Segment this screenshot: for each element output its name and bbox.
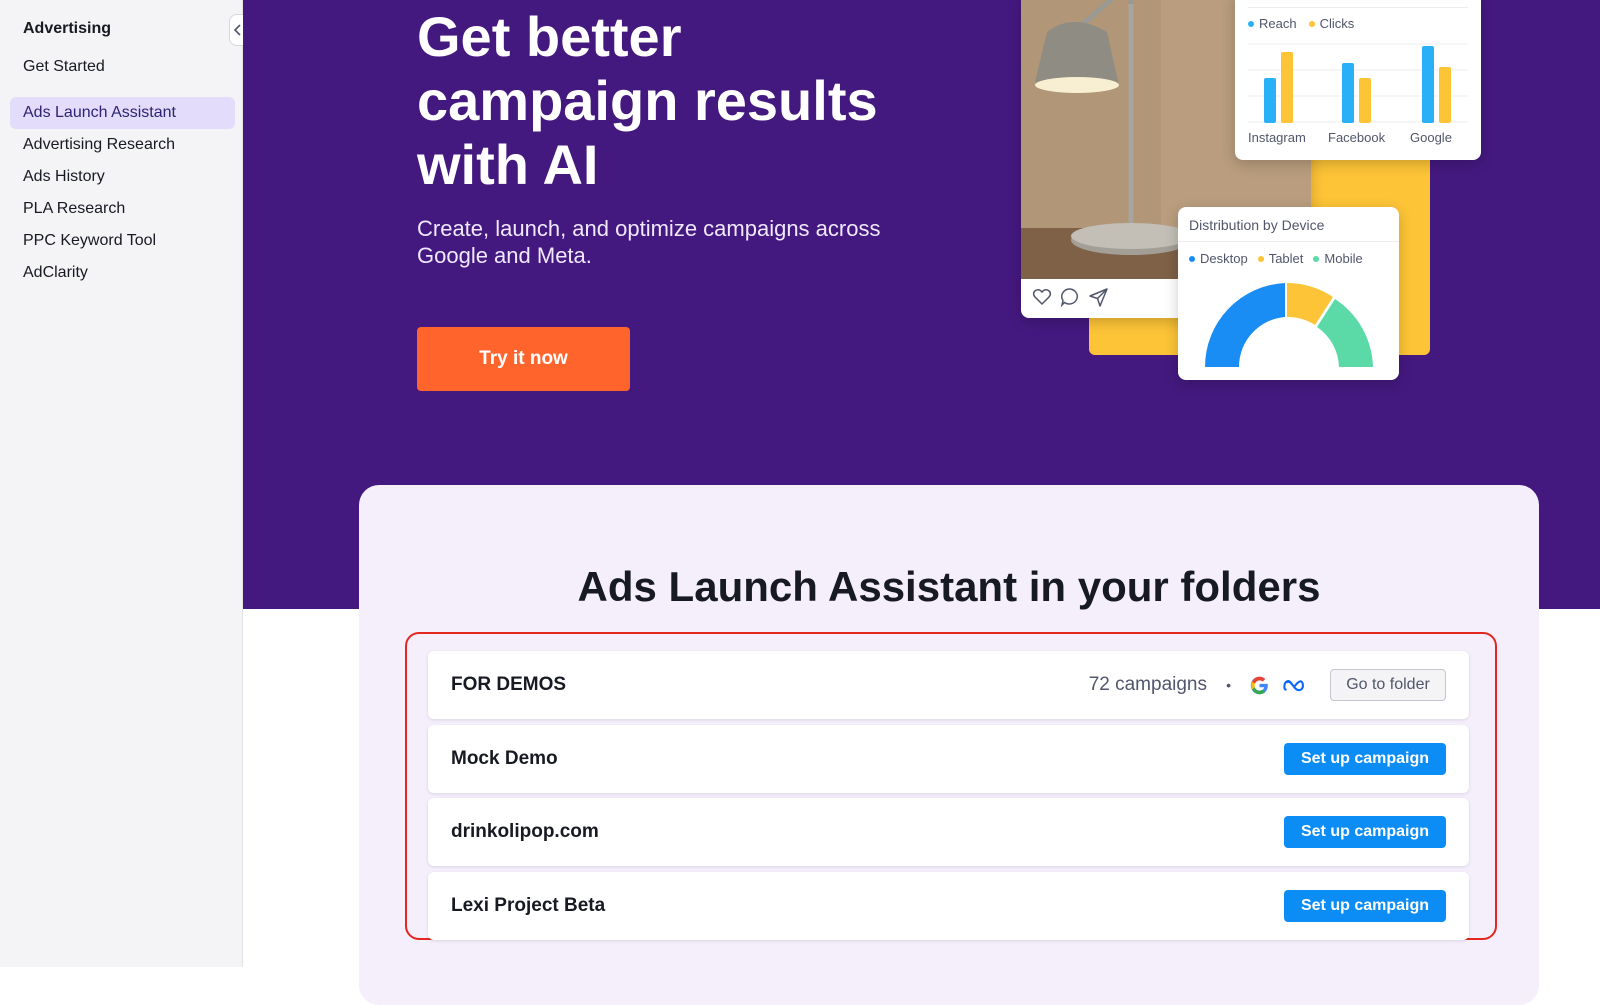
category-instagram: Instagram	[1248, 130, 1306, 145]
folder-row-lexi-project-beta: Lexi Project Beta Set up campaign	[428, 872, 1469, 940]
folder-row-drinkolipop: drinkolipop.com Set up campaign	[428, 798, 1469, 866]
separator-bullet: •	[1226, 677, 1231, 693]
heart-icon	[1032, 289, 1052, 306]
sidebar-title: Advertising	[23, 20, 112, 37]
donut-mobile	[1317, 299, 1373, 367]
donut-title: Distribution by Device	[1189, 217, 1325, 233]
sidebar-item-pla-research[interactable]: PLA Research	[10, 193, 235, 225]
post-actions	[1031, 286, 1109, 308]
half-donut-chart	[1205, 283, 1373, 367]
try-it-now-button[interactable]: Try it now	[417, 327, 630, 391]
comment-icon	[1060, 288, 1078, 308]
bar-facebook-reach	[1342, 63, 1354, 123]
folder-name: Lexi Project Beta	[451, 895, 606, 916]
device-distribution-card: Distribution by Device Desktop Tablet Mo…	[1178, 207, 1399, 380]
meta-icon	[1283, 680, 1304, 692]
send-icon	[1089, 288, 1108, 307]
legend-desktop: Desktop	[1189, 251, 1248, 266]
sidebar-item-ads-launch-assistant[interactable]: Ads Launch Assistant	[10, 97, 235, 129]
legend-mobile: Mobile	[1313, 251, 1363, 266]
folders-title: Ads Launch Assistant in your folders	[577, 563, 1321, 610]
set-up-campaign-button[interactable]: Set up campaign	[1284, 816, 1446, 848]
folder-row-for-demos: FOR DEMOS 72 campaigns • Go to folder	[428, 651, 1469, 719]
sidebar: Advertising Get Started Ads Launch Assis…	[0, 0, 243, 967]
google-icon	[1250, 676, 1268, 695]
bar-google-reach	[1422, 46, 1434, 123]
bar-chart-categories: Instagram Facebook Google	[1248, 130, 1470, 145]
sidebar-item-get-started[interactable]: Get Started	[10, 51, 235, 83]
category-google: Google	[1410, 130, 1452, 145]
sidebar-item-ppc-keyword-tool[interactable]: PPC Keyword Tool	[10, 225, 235, 257]
campaign-count: 72 campaigns	[1088, 674, 1207, 695]
go-to-folder-button[interactable]: Go to folder	[1330, 669, 1446, 701]
folder-row-mock-demo: Mock Demo Set up campaign	[428, 725, 1469, 793]
category-facebook: Facebook	[1328, 130, 1386, 145]
hero-subtitle: Create, launch, and optimize campaigns a…	[417, 216, 881, 268]
hero-title: Get better campaign results with AI	[417, 5, 878, 196]
folder-name: drinkolipop.com	[451, 821, 599, 842]
donut-desktop	[1205, 283, 1285, 367]
donut-legend: Desktop Tablet Mobile	[1189, 251, 1363, 266]
legend-tablet: Tablet	[1257, 251, 1303, 266]
bar-google-clicks	[1439, 67, 1451, 123]
sidebar-item-advertising-research[interactable]: Advertising Research	[10, 129, 235, 161]
sidebar-item-ads-history[interactable]: Ads History	[10, 161, 235, 193]
divider	[1178, 241, 1399, 242]
bar-instagram-clicks	[1281, 52, 1293, 123]
reach-clicks-chart-card: Reach Clicks Instagram Facebook Google	[1235, 0, 1481, 160]
bar-instagram-reach	[1264, 78, 1276, 123]
set-up-campaign-button[interactable]: Set up campaign	[1284, 890, 1446, 922]
folder-name: Mock Demo	[451, 748, 558, 769]
sidebar-item-adclarity[interactable]: AdClarity	[10, 257, 235, 289]
chevron-left-icon	[233, 24, 241, 36]
bar-facebook-clicks	[1359, 78, 1371, 123]
set-up-campaign-button[interactable]: Set up campaign	[1284, 743, 1446, 775]
folder-name: FOR DEMOS	[451, 674, 567, 695]
